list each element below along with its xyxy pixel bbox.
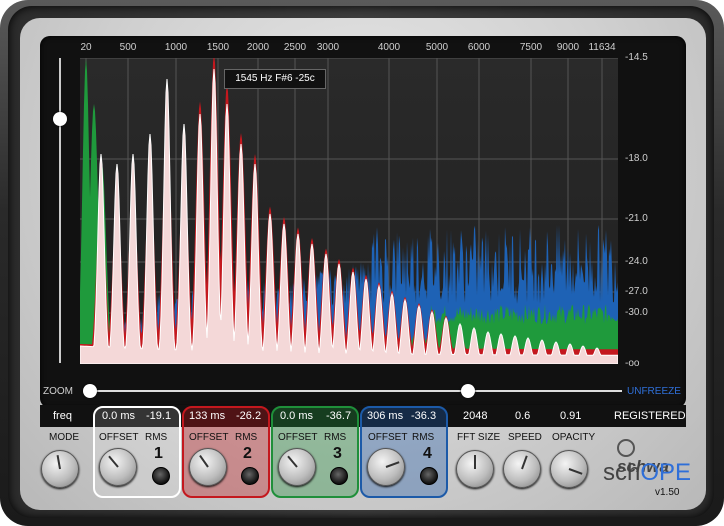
zoom-slider-track[interactable] bbox=[90, 390, 622, 392]
ch1-offset-readout: 0.0 ms bbox=[102, 410, 136, 422]
freq-tick-label: 7500 bbox=[519, 42, 543, 53]
ch4-rms-readout: -36.3 bbox=[411, 410, 437, 422]
version-label: v1.50 bbox=[655, 487, 680, 498]
mode-readout: freq bbox=[53, 410, 72, 422]
ch1-offset-label: OFFSET bbox=[99, 432, 139, 443]
freq-tick-label: 20 bbox=[80, 42, 92, 53]
db-tick-label: -30.0 bbox=[625, 307, 648, 318]
speed-knob[interactable] bbox=[503, 450, 541, 488]
freq-tick-label: 1500 bbox=[206, 42, 230, 53]
ch4-number: 4 bbox=[423, 445, 432, 462]
fft-size-knob[interactable] bbox=[456, 450, 494, 488]
opacity-label: OPACITY bbox=[552, 432, 596, 443]
opacity-knob[interactable] bbox=[550, 450, 588, 488]
product-name-b: OPE bbox=[640, 459, 692, 486]
spectrum-plot[interactable] bbox=[80, 58, 618, 364]
db-tick-label: -18.0 bbox=[625, 153, 648, 164]
ch4-rms-label: RMS bbox=[412, 432, 435, 443]
db-tick-label: -oo bbox=[625, 358, 640, 369]
ch3-rms-knob[interactable] bbox=[330, 467, 348, 485]
zoom-label: ZOOM bbox=[43, 386, 73, 397]
mode-label: MODE bbox=[49, 432, 79, 443]
ch1-offset-knob[interactable] bbox=[99, 448, 137, 486]
fft-size-label: FFT SIZE bbox=[457, 432, 501, 443]
ch4-offset-knob[interactable] bbox=[367, 448, 405, 486]
ch1-number: 1 bbox=[154, 445, 163, 462]
db-tick-label: -24.0 bbox=[625, 256, 648, 267]
db-tick-label: -27.0 bbox=[625, 286, 648, 297]
ch4-offset-readout: 306 ms bbox=[367, 410, 404, 422]
ch3-rms-readout: -36.7 bbox=[326, 410, 352, 422]
ch3-offset-readout: 0.0 ms bbox=[280, 410, 314, 422]
schwa-logo-icon bbox=[617, 439, 635, 457]
ch3-offset-knob[interactable] bbox=[278, 448, 316, 486]
db-tick-label: -14.5 bbox=[625, 52, 648, 63]
registered-label: REGISTERED bbox=[614, 410, 686, 422]
product-name: schOPE bbox=[603, 459, 691, 487]
ch2-rms-readout: -26.2 bbox=[236, 410, 262, 422]
freq-tick-label: 6000 bbox=[467, 42, 491, 53]
ch2-rms-label: RMS bbox=[235, 432, 258, 443]
product-name-a: sch bbox=[603, 459, 641, 486]
pitch-tooltip-text: 1545 Hz F#6 -25c bbox=[235, 73, 315, 84]
ch2-offset-knob[interactable] bbox=[189, 448, 227, 486]
ch1-rms-label: RMS bbox=[145, 432, 168, 443]
ch2-number: 2 bbox=[243, 445, 252, 462]
speed-readout: 0.6 bbox=[515, 410, 531, 422]
db-tick-label: -21.0 bbox=[625, 213, 648, 224]
vertical-slider-track[interactable] bbox=[59, 58, 61, 363]
ch3-number: 3 bbox=[333, 445, 342, 462]
pitch-tooltip: 1545 Hz F#6 -25c bbox=[224, 69, 326, 89]
freq-tick-label: 5000 bbox=[425, 42, 449, 53]
freq-tick-label: 4000 bbox=[377, 42, 401, 53]
ch1-rms-readout: -19.1 bbox=[146, 410, 172, 422]
freq-tick-label: 2000 bbox=[246, 42, 270, 53]
ch3-rms-label: RMS bbox=[324, 432, 347, 443]
zoom-slider-low-handle[interactable] bbox=[83, 384, 97, 398]
fft-size-readout: 2048 bbox=[463, 410, 488, 422]
freq-tick-label: 500 bbox=[119, 42, 137, 53]
freq-tick-label: 1000 bbox=[164, 42, 188, 53]
ch4-offset-label: OFFSET bbox=[368, 432, 408, 443]
freq-tick-label: 9000 bbox=[556, 42, 580, 53]
speed-label: SPEED bbox=[508, 432, 542, 443]
freq-tick-label: 11634 bbox=[588, 42, 616, 53]
unfreeze-button[interactable]: UNFREEZE bbox=[627, 386, 681, 397]
zoom-slider-high-handle[interactable] bbox=[461, 384, 475, 398]
mode-knob[interactable] bbox=[41, 450, 79, 488]
ch1-rms-knob[interactable] bbox=[152, 467, 170, 485]
ch4-rms-knob[interactable] bbox=[420, 467, 438, 485]
ch2-rms-knob[interactable] bbox=[241, 467, 259, 485]
ch2-offset-label: OFFSET bbox=[189, 432, 229, 443]
ch3-offset-label: OFFSET bbox=[278, 432, 318, 443]
freq-tick-label: 2500 bbox=[283, 42, 307, 53]
schwa-logo: schwa bbox=[617, 439, 687, 476]
opacity-readout: 0.91 bbox=[560, 410, 582, 422]
ch2-offset-readout: 133 ms bbox=[189, 410, 226, 422]
vertical-slider-handle[interactable] bbox=[53, 112, 67, 126]
freq-tick-label: 3000 bbox=[316, 42, 340, 53]
